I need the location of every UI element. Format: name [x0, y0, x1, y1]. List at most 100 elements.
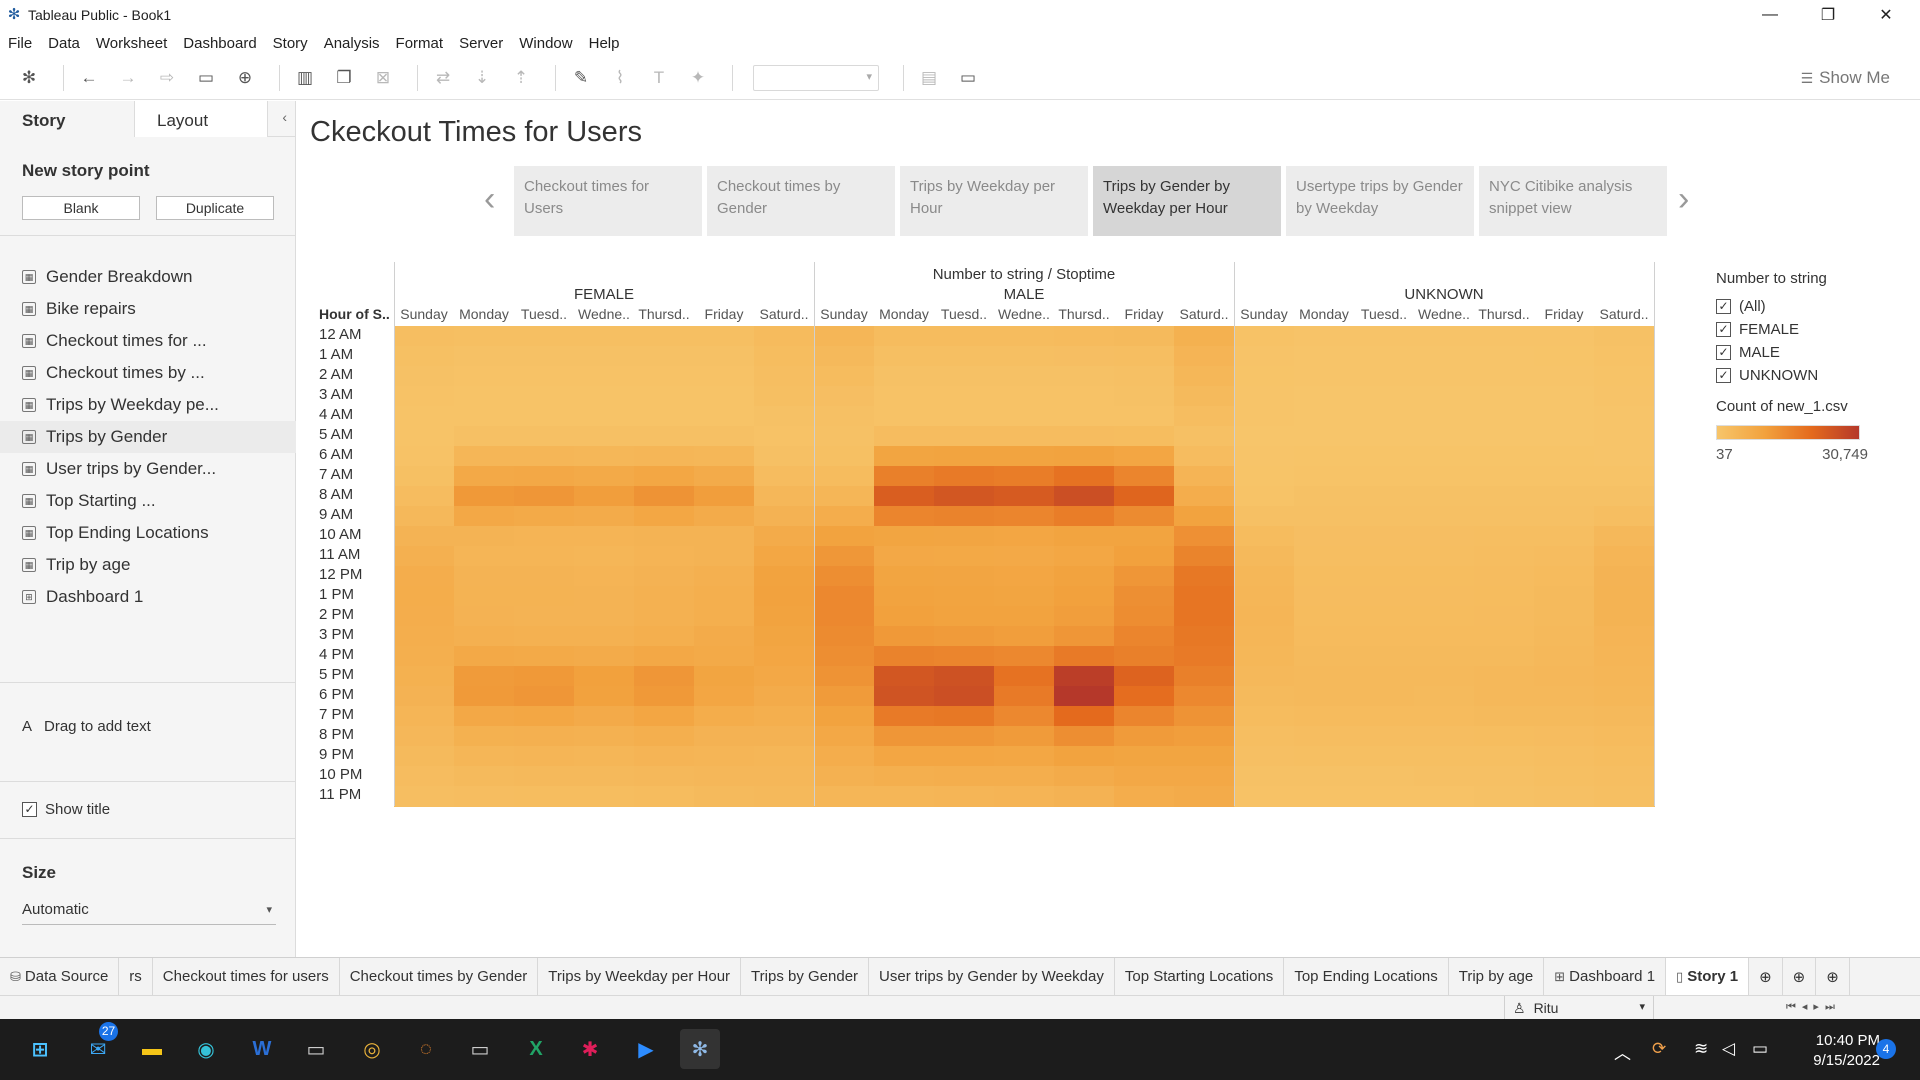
heatmap-cell[interactable]	[874, 586, 935, 607]
heatmap-cell[interactable]	[574, 566, 635, 587]
heatmap-cell[interactable]	[1414, 706, 1475, 727]
heatmap-cell[interactable]	[814, 686, 875, 707]
menu-file[interactable]: File	[8, 35, 32, 52]
heatmap-cell[interactable]	[1354, 746, 1415, 767]
heatmap-cell[interactable]	[454, 406, 515, 427]
sheet-list-item[interactable]: ▦ Trip by age	[0, 549, 296, 581]
heatmap-cell[interactable]	[1474, 586, 1535, 607]
heatmap-cell[interactable]	[754, 426, 815, 447]
heatmap-cell[interactable]	[1114, 446, 1175, 467]
heatmap-cell[interactable]	[574, 606, 635, 627]
heatmap-cell[interactable]	[1534, 646, 1595, 667]
heatmap-cell[interactable]	[1594, 346, 1655, 367]
heatmap-cell[interactable]	[1294, 786, 1355, 807]
filter-item-female[interactable]: ✓ FEMALE	[1716, 318, 1906, 341]
heatmap-cell[interactable]	[814, 366, 875, 387]
heatmap-cell[interactable]	[574, 406, 635, 427]
heatmap-cell[interactable]	[874, 766, 935, 787]
new-worksheet-icon[interactable]: ⊕	[1749, 957, 1783, 996]
heatmap-cell[interactable]	[1234, 326, 1295, 347]
heatmap-cell[interactable]	[514, 706, 575, 727]
heatmap-cell[interactable]	[694, 466, 755, 487]
heatmap-cell[interactable]	[814, 566, 875, 587]
heatmap-cell[interactable]	[1354, 546, 1415, 567]
heatmap-cell[interactable]	[1114, 646, 1175, 667]
heatmap-cell[interactable]	[574, 646, 635, 667]
heatmap-cell[interactable]	[574, 626, 635, 647]
heatmap-cell[interactable]	[394, 466, 455, 487]
heatmap-cell[interactable]	[514, 446, 575, 467]
heatmap-cell[interactable]	[934, 646, 995, 667]
heatmap-cell[interactable]	[1174, 446, 1235, 467]
heatmap-cell[interactable]	[574, 446, 635, 467]
heatmap-cell[interactable]	[394, 366, 455, 387]
heatmap-cell[interactable]	[1534, 706, 1595, 727]
menu-server[interactable]: Server	[459, 35, 503, 52]
next-story-point-icon[interactable]: ›	[1678, 180, 1689, 219]
heatmap-cell[interactable]	[1114, 526, 1175, 547]
heatmap-cell[interactable]	[454, 546, 515, 567]
heatmap-cell[interactable]	[634, 326, 695, 347]
menu-format[interactable]: Format	[396, 35, 444, 52]
heatmap-cell[interactable]	[1414, 386, 1475, 407]
heatmap-cell[interactable]	[394, 786, 455, 807]
heatmap-cell[interactable]	[814, 606, 875, 627]
heatmap-cell[interactable]	[1534, 326, 1595, 347]
heatmap-cell[interactable]	[934, 746, 995, 767]
heatmap-cell[interactable]	[1474, 526, 1535, 547]
heatmap-cell[interactable]	[814, 706, 875, 727]
heatmap-cell[interactable]	[934, 426, 995, 447]
heatmap-cell[interactable]	[1234, 426, 1295, 447]
heatmap-cell[interactable]	[634, 486, 695, 507]
story-point-3[interactable]: Trips by Weekday per Hour	[900, 166, 1088, 236]
new-story-icon[interactable]: ⊕	[1816, 957, 1850, 996]
heatmap-cell[interactable]	[574, 786, 635, 807]
heatmap-cell[interactable]	[1114, 626, 1175, 647]
heatmap-cell[interactable]	[754, 586, 815, 607]
heatmap-cell[interactable]	[874, 746, 935, 767]
heatmap-cell[interactable]	[1114, 506, 1175, 527]
story-point-4[interactable]: Trips by Gender by Weekday per Hour	[1093, 166, 1281, 236]
heatmap-cell[interactable]	[394, 546, 455, 567]
heatmap-cell[interactable]	[754, 446, 815, 467]
collapse-pane-icon[interactable]: ‹	[282, 109, 287, 125]
heatmap-cell[interactable]	[454, 786, 515, 807]
heatmap-cell[interactable]	[934, 406, 995, 427]
start-icon[interactable]: ⊞	[20, 1029, 60, 1069]
notification-badge[interactable]: 4	[1876, 1039, 1896, 1059]
heatmap-cell[interactable]	[694, 366, 755, 387]
heatmap-cell[interactable]	[454, 766, 515, 787]
heatmap-cell[interactable]	[1534, 506, 1595, 527]
heatmap-cell[interactable]	[1474, 726, 1535, 747]
heatmap-cell[interactable]	[454, 366, 515, 387]
heatmap-cell[interactable]	[994, 646, 1055, 667]
heatmap-cell[interactable]	[1294, 326, 1355, 347]
heatmap-cell[interactable]	[874, 366, 935, 387]
heatmap-cell[interactable]	[754, 746, 815, 767]
heatmap-cell[interactable]	[1354, 566, 1415, 587]
show-title-toggle[interactable]: ✓ Show title	[22, 801, 110, 818]
heatmap-cell[interactable]	[1234, 506, 1295, 527]
heatmap-cell[interactable]	[1174, 486, 1235, 507]
heatmap-cell[interactable]	[1534, 786, 1595, 807]
heatmap-cell[interactable]	[1354, 606, 1415, 627]
sheet-tab[interactable]: Checkout times by Gender	[340, 957, 539, 996]
heatmap-cell[interactable]	[634, 606, 695, 627]
sort-asc-icon[interactable]: ⇣	[467, 63, 497, 93]
swap-icon[interactable]: ⇄	[428, 63, 458, 93]
heatmap-cell[interactable]	[934, 766, 995, 787]
heatmap-cell[interactable]	[1174, 326, 1235, 347]
heatmap-cell[interactable]	[454, 646, 515, 667]
heatmap-cell[interactable]	[514, 366, 575, 387]
heatmap-cell[interactable]	[694, 666, 755, 687]
heatmap-cell[interactable]	[1354, 706, 1415, 727]
heatmap-cell[interactable]	[1054, 726, 1115, 747]
heatmap-cell[interactable]	[634, 446, 695, 467]
blank-button[interactable]: Blank	[22, 196, 140, 220]
sheet-tab[interactable]: Checkout times for users	[153, 957, 340, 996]
heatmap-cell[interactable]	[574, 386, 635, 407]
heatmap-cell[interactable]	[574, 486, 635, 507]
heatmap-cell[interactable]	[454, 446, 515, 467]
heatmap-cell[interactable]	[1234, 566, 1295, 587]
heatmap-cell[interactable]	[934, 626, 995, 647]
